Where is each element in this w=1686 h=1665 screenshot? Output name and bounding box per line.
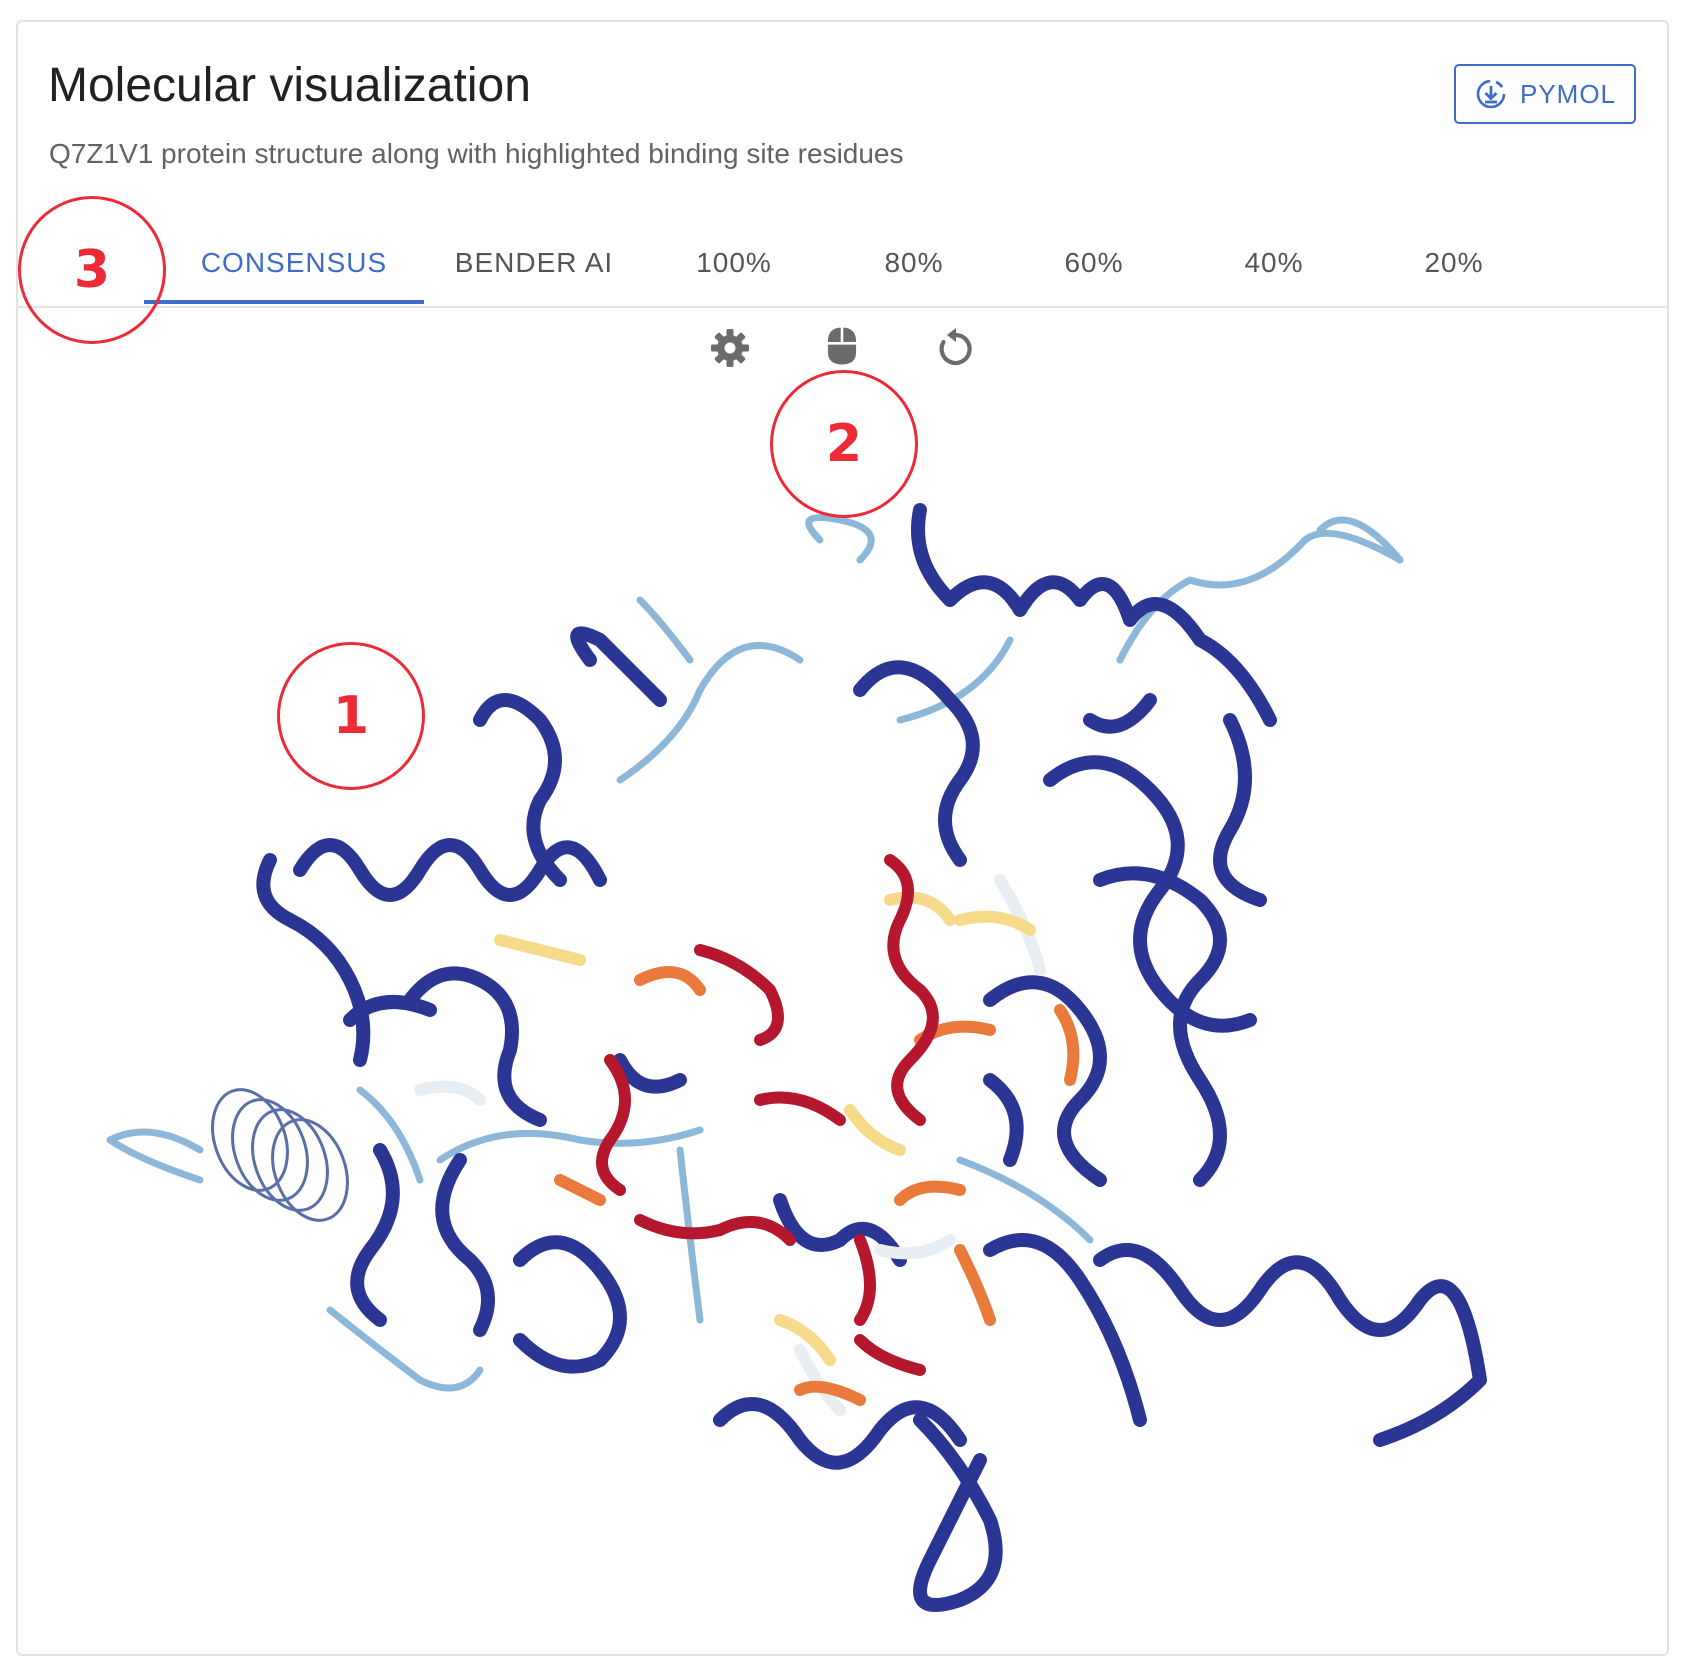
pymol-download-button[interactable]: PYMOL: [1454, 64, 1636, 124]
page-subtitle: Q7Z1V1 protein structure along with high…: [49, 138, 904, 169]
molecule-viewer[interactable]: [18, 386, 1667, 1652]
rotate-icon[interactable]: [934, 326, 978, 370]
pymol-button-label: PYMOL: [1519, 78, 1617, 109]
download-circle-icon: [1476, 79, 1506, 109]
tab-20-percent[interactable]: 20%: [1364, 222, 1544, 304]
tab-40-percent[interactable]: 40%: [1184, 222, 1364, 304]
annotation-marker-3: 3: [18, 196, 166, 344]
tab-60-percent[interactable]: 60%: [1004, 222, 1184, 304]
annotation-marker-1: 1: [277, 642, 425, 790]
annotation-marker-2: 2: [770, 370, 918, 518]
tab-80-percent[interactable]: 80%: [824, 222, 1004, 304]
view-tabs: CONSENSUS BENDER AI 100% 80% 60% 40% 20%: [18, 222, 1667, 308]
mouse-icon[interactable]: [820, 324, 864, 368]
tab-bender-ai[interactable]: BENDER AI: [424, 222, 644, 304]
tab-consensus[interactable]: CONSENSUS: [164, 222, 424, 304]
protein-structure-ribbon: [106, 503, 1487, 1612]
active-tab-indicator: [144, 300, 424, 304]
gear-icon[interactable]: [708, 326, 752, 370]
tab-100-percent[interactable]: 100%: [644, 222, 824, 304]
page-title: Molecular visualization: [48, 59, 531, 112]
